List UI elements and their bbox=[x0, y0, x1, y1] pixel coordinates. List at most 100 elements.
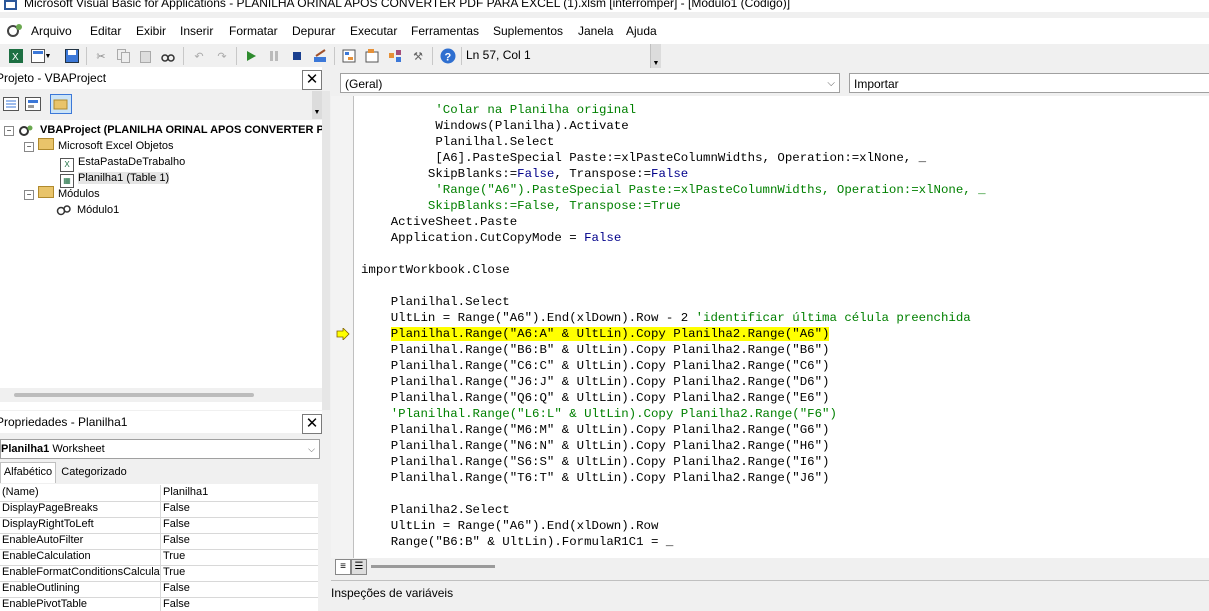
property-row[interactable]: EnableCalculation True bbox=[0, 549, 318, 566]
code-line[interactable]: Application.CutCopyMode = False bbox=[361, 230, 622, 246]
tree-node-sheet[interactable]: ▦ Planilha1 (Table 1) bbox=[60, 170, 170, 188]
property-value[interactable]: False bbox=[163, 533, 313, 548]
code-line[interactable]: Planilhal.Range("C6:C" & UltLin).Copy Pl… bbox=[361, 358, 830, 374]
undo-icon[interactable]: ↶ bbox=[191, 48, 207, 64]
code-line[interactable]: Planilhal.Range("B6:B" & UltLin).Copy Pl… bbox=[361, 342, 830, 358]
property-row[interactable]: DisplayRightToLeft False bbox=[0, 517, 318, 534]
properties-object-dropdown[interactable]: Planilha1 Worksheet ⌵ bbox=[0, 439, 320, 459]
code-line[interactable]: 'Planilhal.Range("L6:L" & UltLin).Copy P… bbox=[361, 406, 837, 422]
code-line[interactable]: UltLin = Range("A6").End(xlDown).Row - 2… bbox=[361, 310, 971, 326]
code-line[interactable]: Planilhal.Range("S6:S" & UltLin).Copy Pl… bbox=[361, 454, 830, 470]
code-line[interactable]: Planilhal.Range("N6:N" & UltLin).Copy Pl… bbox=[361, 438, 830, 454]
code-line[interactable]: Planilha2.Select bbox=[361, 502, 510, 518]
tree-node-workbook[interactable]: X EstaPastaDeTrabalho bbox=[60, 154, 185, 172]
property-value[interactable]: False bbox=[163, 517, 313, 532]
code-line[interactable]: Planilhal.Range("M6:M" & UltLin).Copy Pl… bbox=[361, 422, 830, 438]
procedure-view-button[interactable]: ≡ bbox=[335, 559, 351, 575]
menu-depurar[interactable]: Depurar bbox=[292, 24, 335, 38]
collapse-icon[interactable]: − bbox=[24, 142, 34, 152]
property-value[interactable]: False bbox=[163, 581, 313, 596]
property-value[interactable]: True bbox=[163, 549, 313, 564]
property-row[interactable]: EnablePivotTable False bbox=[0, 597, 318, 611]
menu-editar[interactable]: Editar bbox=[90, 24, 121, 38]
collapse-icon[interactable]: − bbox=[24, 190, 34, 200]
code-line[interactable]: importWorkbook.Close bbox=[361, 262, 510, 278]
code-line[interactable]: Planilhal.Range("Q6:Q" & UltLin).Copy Pl… bbox=[361, 390, 830, 406]
code-hscroll-thumb[interactable] bbox=[371, 565, 495, 568]
design-mode-icon[interactable] bbox=[312, 48, 328, 64]
property-value[interactable]: False bbox=[163, 597, 313, 611]
code-line[interactable]: Range("B6:B" & UltLin).FormulaR1C1 = _ bbox=[361, 534, 674, 550]
properties-window-icon[interactable] bbox=[364, 48, 380, 64]
toggle-folders-button[interactable] bbox=[50, 94, 72, 114]
tree-node-excel-objects[interactable]: − Microsoft Excel Objetos bbox=[24, 138, 174, 154]
object-browser-icon[interactable] bbox=[387, 48, 403, 64]
full-module-view-button[interactable]: ☰ bbox=[351, 559, 367, 575]
toolbox-icon[interactable]: ⚒ bbox=[410, 48, 426, 64]
menu-executar[interactable]: Executar bbox=[350, 24, 397, 38]
redo-icon[interactable]: ↷ bbox=[214, 48, 230, 64]
scroll-thumb[interactable] bbox=[14, 393, 254, 397]
code-line[interactable]: Planilhal.Select bbox=[361, 294, 510, 310]
property-row[interactable]: EnableAutoFilter False bbox=[0, 533, 318, 550]
project-close-button[interactable]: ✕ bbox=[302, 70, 322, 90]
procedure-dropdown[interactable]: Importar bbox=[849, 73, 1209, 93]
property-value[interactable]: True bbox=[163, 565, 313, 580]
toolbar-options-chevron[interactable]: ▼ bbox=[650, 44, 661, 68]
code-line[interactable]: Windows(Planilha).Activate bbox=[361, 118, 628, 134]
property-row[interactable]: DisplayPageBreaks False bbox=[0, 501, 318, 518]
menu-exibir[interactable]: Exibir bbox=[136, 24, 166, 38]
break-icon[interactable] bbox=[266, 48, 282, 64]
tree-node-module1[interactable]: Módulo1 bbox=[56, 202, 119, 218]
view-object-icon[interactable] bbox=[25, 97, 41, 114]
excel-view-icon[interactable]: X bbox=[8, 48, 24, 64]
view-code-icon[interactable] bbox=[3, 97, 19, 114]
splitter[interactable] bbox=[322, 91, 330, 410]
tab-categorizado[interactable]: Categorizado bbox=[58, 464, 130, 482]
reset-icon[interactable] bbox=[289, 48, 305, 64]
save-icon[interactable] bbox=[64, 48, 80, 64]
property-row[interactable]: EnableFormatConditionsCalculation True bbox=[0, 565, 318, 582]
code-line[interactable]: [A6].PasteSpecial Paste:=xlPasteColumnWi… bbox=[361, 150, 926, 166]
paste-icon[interactable] bbox=[138, 48, 154, 64]
vba-gear-icon[interactable] bbox=[6, 22, 24, 41]
property-row[interactable]: (Name) Planilha1 bbox=[0, 485, 318, 502]
code-line[interactable]: 'Colar na Planilha original bbox=[361, 102, 636, 118]
code-line[interactable]: SkipBlanks:=False, Transpose:=False bbox=[361, 166, 688, 182]
copy-icon[interactable] bbox=[116, 48, 132, 64]
run-icon[interactable] bbox=[243, 48, 259, 64]
code-line[interactable]: UltLin = Range("A6").End(xlDown).Row bbox=[361, 518, 659, 534]
cut-icon[interactable]: ✂ bbox=[93, 48, 109, 64]
property-value[interactable]: Planilha1 bbox=[163, 485, 313, 500]
code-line[interactable]: Planilhal.Range("T6:T" & UltLin).Copy Pl… bbox=[361, 470, 830, 486]
collapse-icon[interactable]: − bbox=[4, 126, 14, 136]
property-value[interactable]: False bbox=[163, 501, 313, 516]
toolbar-options-chevron[interactable]: ▼ bbox=[312, 91, 322, 119]
properties-close-button[interactable]: ✕ bbox=[302, 414, 322, 434]
tab-alfabetico[interactable]: Alfabético bbox=[0, 462, 56, 483]
object-dropdown[interactable]: (Geral) ⌵ bbox=[340, 73, 840, 93]
code-line[interactable]: SkipBlanks:=False, Transpose:=True bbox=[361, 198, 681, 214]
code-line[interactable]: Planilhal.Range("J6:J" & UltLin).Copy Pl… bbox=[361, 374, 830, 390]
tree-node-vbaproject[interactable]: − VBAProject (PLANILHA ORINAL APOS CONVER… bbox=[4, 122, 322, 138]
project-hscrollbar[interactable] bbox=[0, 388, 322, 402]
menu-suplementos[interactable]: Suplementos bbox=[493, 24, 563, 38]
menu-ajuda[interactable]: Ajuda bbox=[626, 24, 657, 38]
code-line-current[interactable]: Planilhal.Range("A6:A" & UltLin).Copy Pl… bbox=[361, 326, 830, 342]
margin-indicator-bar[interactable] bbox=[331, 96, 354, 558]
menu-ferramentas[interactable]: Ferramentas bbox=[411, 24, 479, 38]
chevron-down-icon[interactable]: ▼ bbox=[44, 48, 52, 64]
code-editor[interactable]: 'Colar na Planilha original Windows(Plan… bbox=[331, 96, 1209, 558]
code-line[interactable]: ActiveSheet.Paste bbox=[361, 214, 517, 230]
code-line[interactable]: Planilhal.Select bbox=[361, 134, 554, 150]
menu-janela[interactable]: Janela bbox=[578, 24, 613, 38]
find-icon[interactable] bbox=[160, 48, 176, 64]
project-explorer-icon[interactable] bbox=[341, 48, 357, 64]
menu-formatar[interactable]: Formatar bbox=[229, 24, 278, 38]
tree-node-modules[interactable]: − Módulos bbox=[24, 186, 100, 202]
menu-inserir[interactable]: Inserir bbox=[180, 24, 213, 38]
code-line[interactable]: 'Range("A6").PasteSpecial Paste:=xlPaste… bbox=[361, 182, 985, 198]
property-row[interactable]: EnableOutlining False bbox=[0, 581, 318, 598]
help-icon[interactable]: ? bbox=[440, 48, 456, 64]
menu-arquivo[interactable]: Arquivo bbox=[31, 24, 72, 38]
